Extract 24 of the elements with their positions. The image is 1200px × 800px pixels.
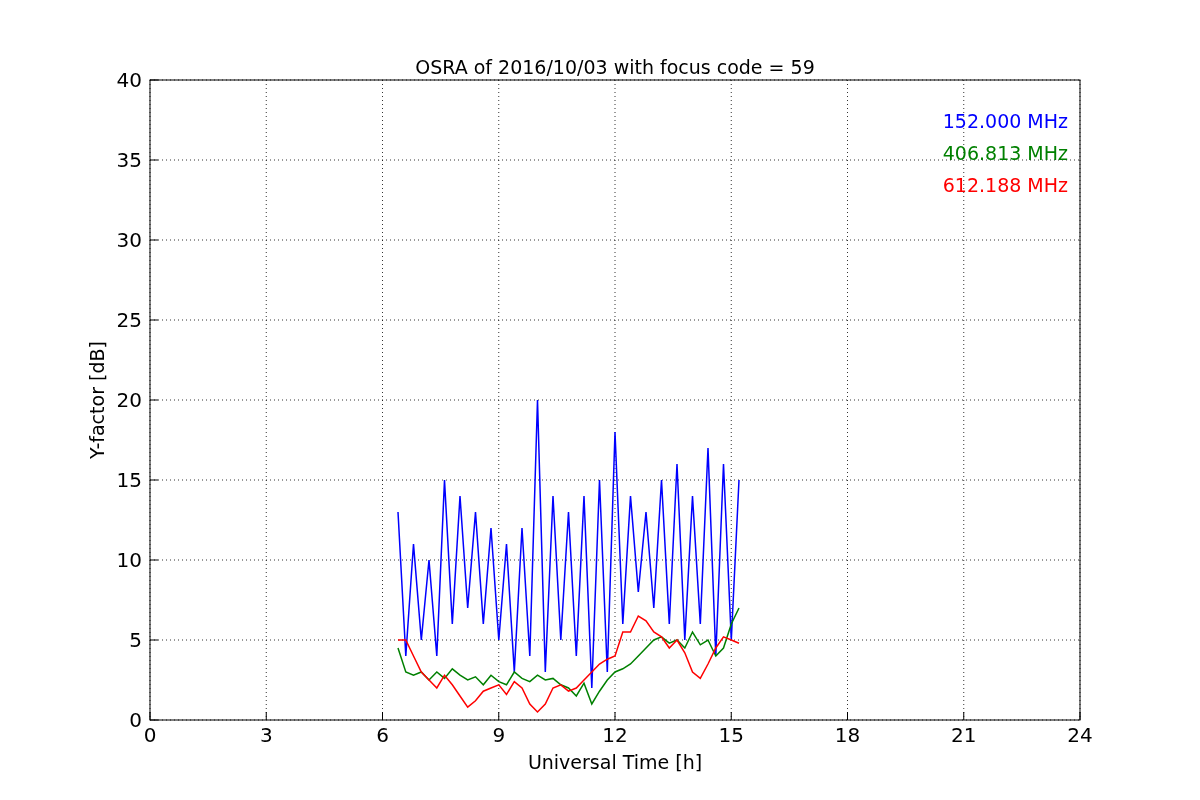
legend-label: 406.813 MHz — [942, 142, 1068, 164]
legend-label: 152.000 MHz — [942, 110, 1068, 132]
tick-label: 15 — [718, 723, 744, 747]
tick-label: 30 — [116, 228, 142, 252]
tick-label: 40 — [116, 68, 142, 92]
x-axis-label: Universal Time [h] — [527, 751, 703, 773]
y-axis-label: Y-factor [dB] — [86, 341, 108, 459]
tick-label: 18 — [834, 723, 861, 747]
tick-label: 12 — [602, 723, 628, 747]
tick-label: 20 — [116, 388, 142, 412]
tick-label: 21 — [951, 723, 977, 747]
tick-label: 10 — [116, 548, 142, 572]
tick-label: 5 — [129, 628, 142, 652]
tick-label: 35 — [116, 148, 142, 172]
chart-title: OSRA of 2016/10/03 with focus code = 59 — [415, 56, 815, 78]
tick-label: 9 — [492, 723, 506, 747]
tick-label: 15 — [116, 468, 142, 492]
tick-label: 24 — [1067, 723, 1093, 747]
tick-label: 0 — [129, 708, 142, 732]
tick-label: 25 — [116, 308, 142, 332]
tick-label: 0 — [143, 723, 157, 747]
tick-label: 3 — [259, 723, 273, 747]
tick-label: 6 — [376, 723, 389, 747]
legend-label: 612.188 MHz — [942, 174, 1068, 196]
